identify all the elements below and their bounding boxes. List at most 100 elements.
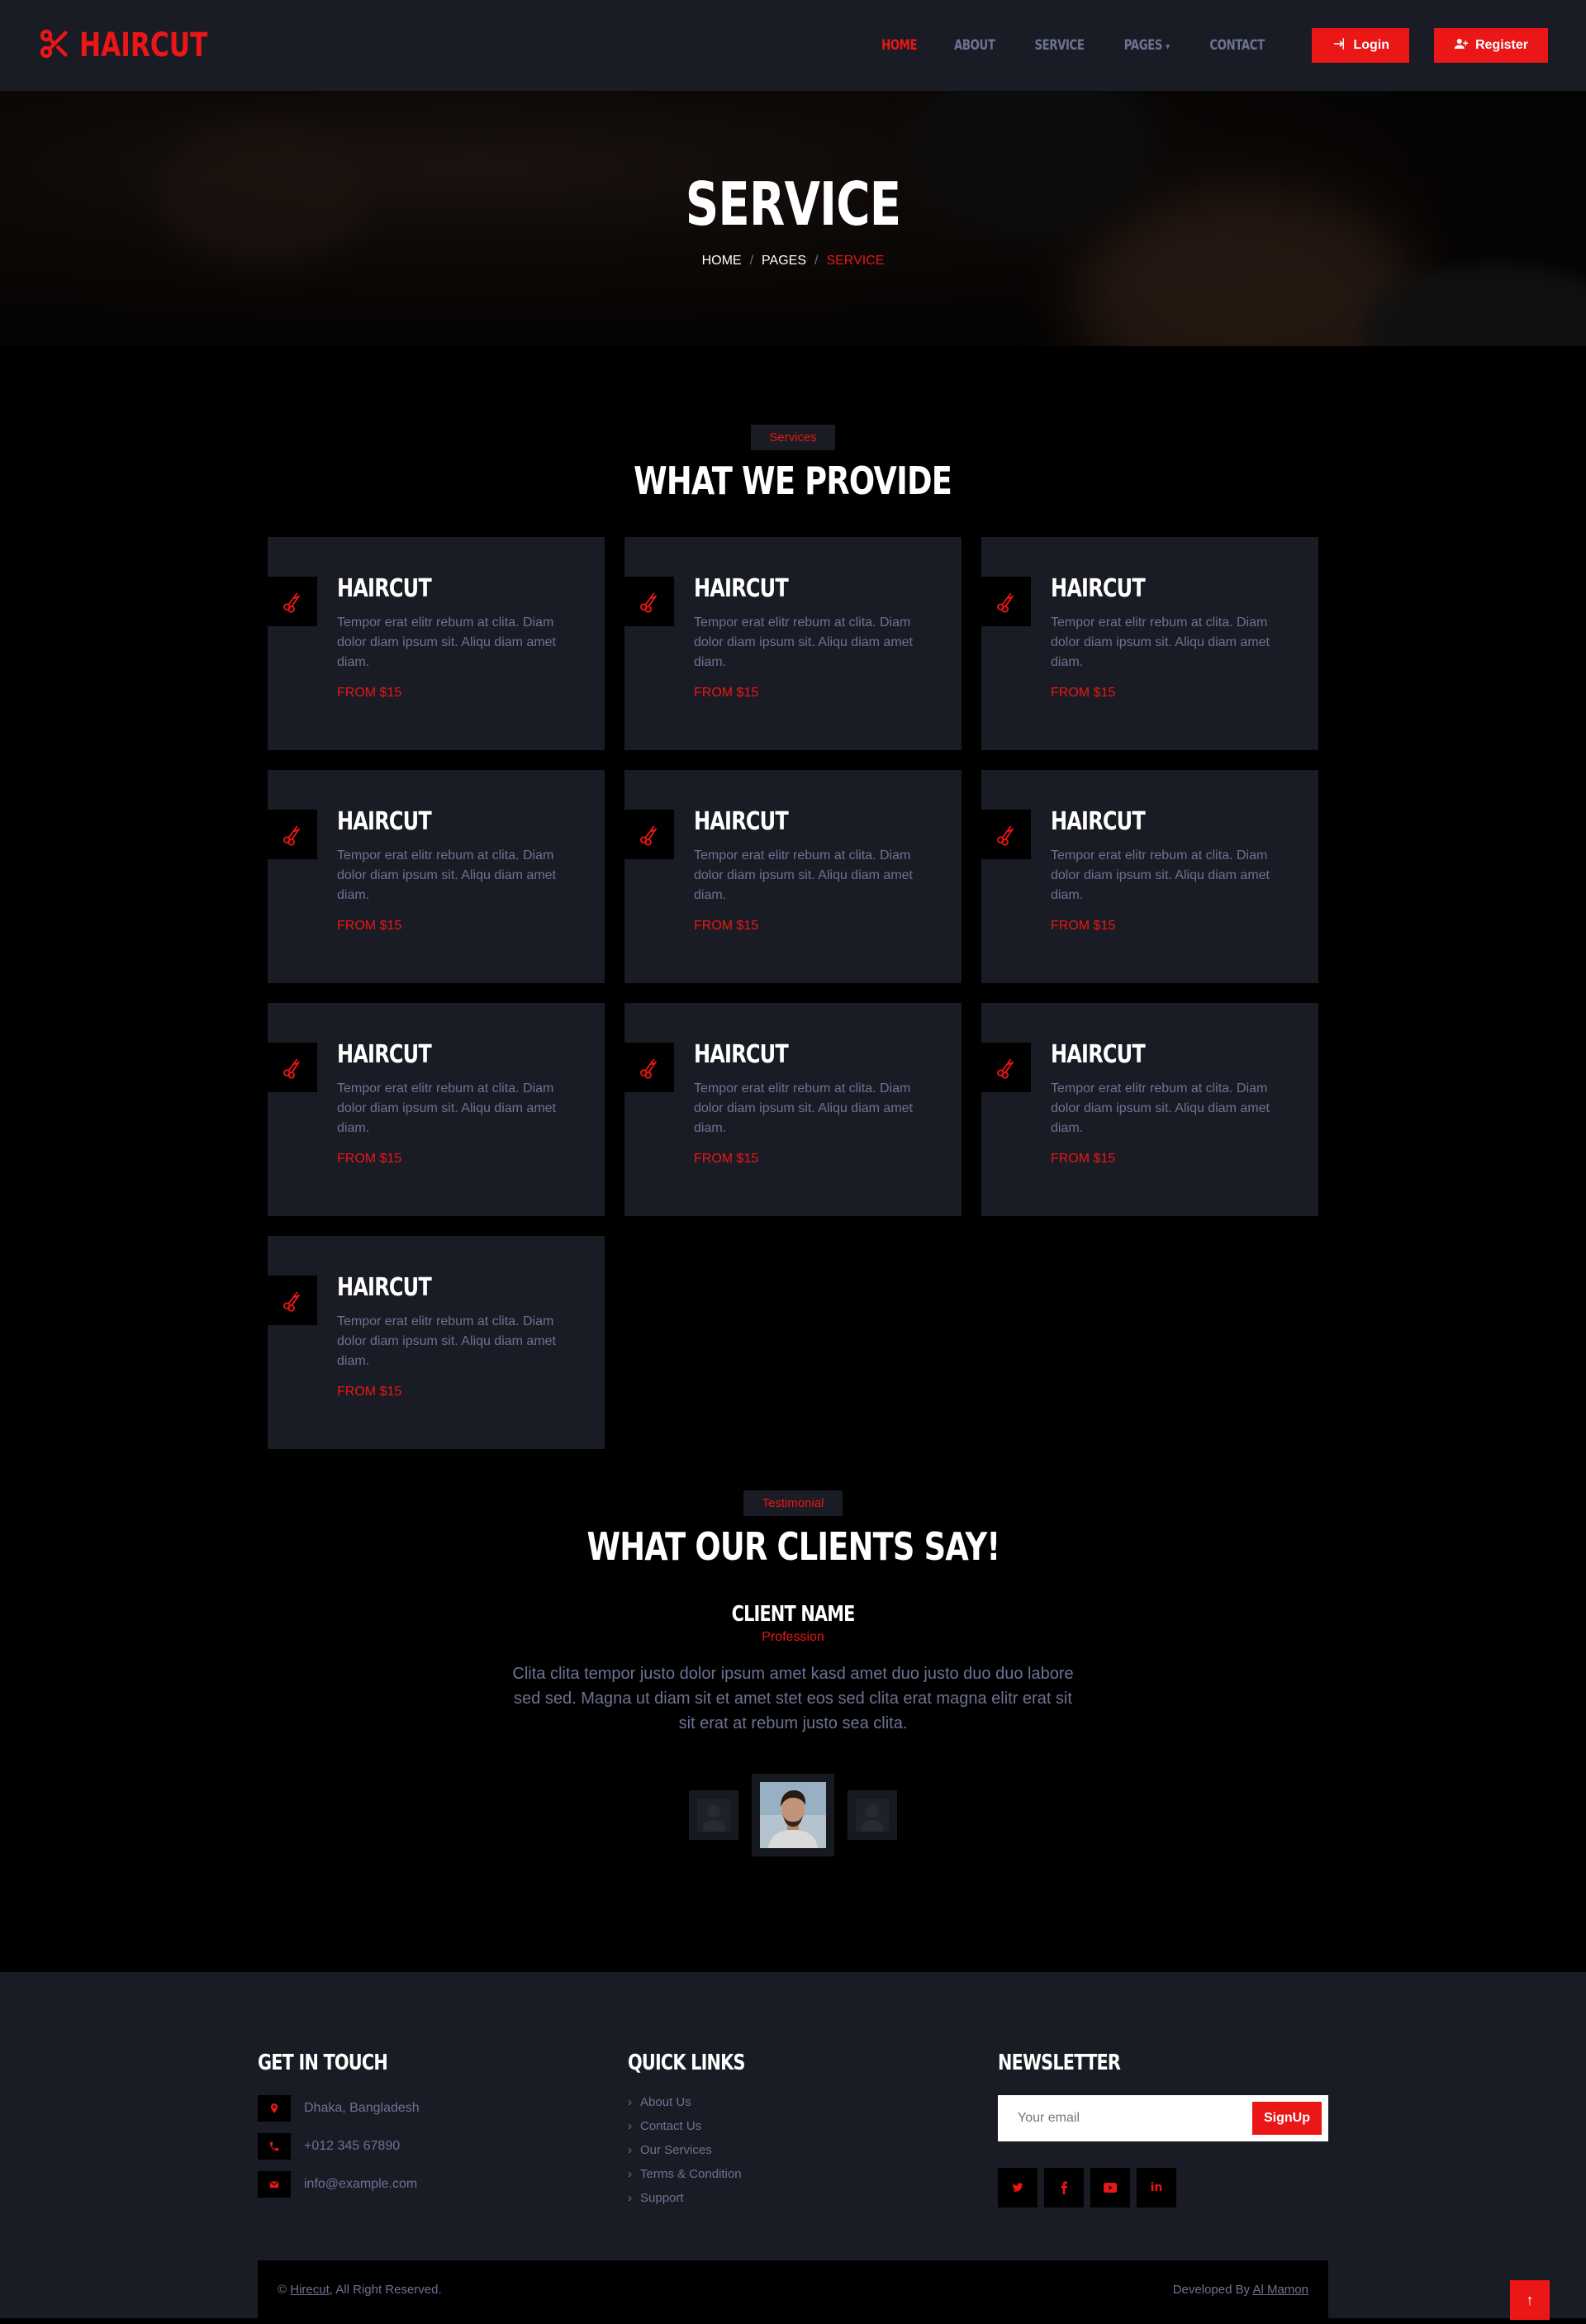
chevron-right-icon: ›: [628, 2191, 632, 2205]
service-title: HAIRCUT: [694, 574, 789, 603]
brand-logo[interactable]: HAIRCUT: [38, 26, 244, 64]
nav-pages[interactable]: PAGES ▾: [1124, 37, 1170, 54]
envelope-icon: [258, 2171, 291, 2198]
service-title: HAIRCUT: [1051, 1040, 1146, 1069]
scissors-icon: [268, 1276, 317, 1325]
testimonial-section: Testimonial WHAT OUR CLIENTS SAY! CLIENT…: [0, 1449, 1586, 1972]
service-card[interactable]: HAIRCUT Tempor erat elitr rebum at clita.…: [624, 537, 962, 750]
chevron-right-icon: ›: [628, 2167, 632, 2181]
footer-contact-title: GET IN TOUCH: [258, 2051, 388, 2075]
navbar: HAIRCUT HOME ABOUT SERVICE PAGES ▾ CONTA…: [0, 0, 1586, 91]
service-price: FROM $15: [337, 1385, 402, 1399]
footer-link-support[interactable]: › Support: [628, 2191, 998, 2205]
address-text: Dhaka, Bangladesh: [304, 2101, 420, 2115]
chevron-right-icon: ›: [628, 2143, 632, 2157]
email-text: info@example.com: [304, 2177, 418, 2191]
service-price: FROM $15: [1051, 686, 1116, 700]
service-card[interactable]: HAIRCUT Tempor erat elitr rebum at clita.…: [981, 1003, 1318, 1216]
services-section: Services WHAT WE PROVIDE HAIRCUT Tempor e…: [0, 346, 1586, 1449]
copyright-text: © Hirecut, All Right Reserved.: [278, 2282, 442, 2297]
service-title: HAIRCUT: [337, 1273, 432, 1302]
chevron-down-icon: ▾: [1166, 40, 1170, 52]
services-badge: Services: [751, 425, 835, 450]
nav-home[interactable]: HOME: [881, 37, 917, 54]
footer-newsletter: NEWSLETTER SignUp in: [998, 2051, 1328, 2215]
breadcrumb-home[interactable]: HOME: [702, 254, 742, 269]
developer-link[interactable]: Al Mamon: [1252, 2283, 1308, 2297]
client-thumb[interactable]: [848, 1790, 897, 1840]
contact-email: info@example.com: [258, 2171, 628, 2198]
client-thumb-active[interactable]: [752, 1774, 834, 1856]
phone-text: +012 345 67890: [304, 2139, 401, 2153]
service-price: FROM $15: [694, 686, 759, 700]
scissors-icon: [981, 810, 1031, 859]
social-links: in: [998, 2168, 1328, 2208]
linkedin-icon[interactable]: in: [1137, 2168, 1176, 2208]
nav-contact[interactable]: CONTACT: [1210, 37, 1265, 54]
service-card[interactable]: HAIRCUT Tempor erat elitr rebum at clita.…: [268, 1003, 605, 1216]
service-card[interactable]: HAIRCUT Tempor erat elitr rebum at clita.…: [981, 770, 1318, 983]
register-button[interactable]: Register: [1433, 28, 1548, 63]
facebook-icon[interactable]: [1044, 2168, 1084, 2208]
login-button[interactable]: Login: [1312, 28, 1409, 63]
back-to-top-button[interactable]: ↑: [1510, 2280, 1550, 2320]
nav-service[interactable]: SERVICE: [1034, 37, 1084, 54]
footer-link-contact[interactable]: › Contact Us: [628, 2119, 998, 2133]
auth-buttons: Login Register: [1312, 28, 1548, 63]
newsletter-email-input[interactable]: [1018, 2111, 1252, 2126]
breadcrumb-pages[interactable]: PAGES: [762, 254, 806, 269]
service-title: HAIRCUT: [1051, 574, 1146, 603]
client-profession: Profession: [762, 1630, 824, 1644]
service-price: FROM $15: [337, 1152, 402, 1166]
service-description: Tempor erat elitr rebum at clita. Diam d…: [1051, 615, 1270, 669]
services-grid: HAIRCUT Tempor erat elitr rebum at clita.…: [268, 537, 1318, 1449]
testimonial-thumbs: [0, 1774, 1586, 1856]
footer-link-services[interactable]: › Our Services: [628, 2143, 998, 2157]
contact-phone: +012 345 67890: [258, 2133, 628, 2160]
site-link[interactable]: Hirecut: [290, 2283, 330, 2297]
service-card[interactable]: HAIRCUT Tempor erat elitr rebum at clita.…: [624, 770, 962, 983]
service-description: Tempor erat elitr rebum at clita. Diam d…: [694, 1081, 913, 1135]
services-title: WHAT WE PROVIDE: [634, 459, 953, 503]
service-price: FROM $15: [694, 919, 759, 933]
footer: GET IN TOUCH Dhaka, Bangladesh +012 345 …: [0, 1972, 1586, 2318]
sign-in-icon: [1332, 36, 1346, 55]
client-name: CLIENT NAME: [731, 1602, 856, 1627]
service-card[interactable]: HAIRCUT Tempor erat elitr rebum at clita.…: [268, 537, 605, 750]
scissors-icon: [981, 577, 1031, 626]
nav-pages-label: PAGES: [1123, 37, 1163, 54]
scissors-icon: [268, 810, 317, 859]
service-title: HAIRCUT: [337, 574, 432, 603]
service-card[interactable]: HAIRCUT Tempor erat elitr rebum at clita.…: [268, 1236, 605, 1449]
testimonial-badge: Testimonial: [743, 1490, 843, 1516]
newsletter-form: SignUp: [998, 2095, 1328, 2141]
signup-button[interactable]: SignUp: [1252, 2102, 1322, 2135]
service-price: FROM $15: [1051, 919, 1116, 933]
service-price: FROM $15: [337, 919, 402, 933]
twitter-icon[interactable]: [998, 2168, 1038, 2208]
developer-credit: Developed By Al Mamon: [1172, 2282, 1308, 2297]
scissors-icon: [268, 1043, 317, 1092]
service-description: Tempor erat elitr rebum at clita. Diam d…: [337, 1314, 556, 1368]
footer-link-about[interactable]: › About Us: [628, 2095, 998, 2109]
breadcrumb-current: SERVICE: [826, 254, 885, 268]
contact-address: Dhaka, Bangladesh: [258, 2095, 628, 2122]
footer-newsletter-title: NEWSLETTER: [998, 2051, 1121, 2075]
nav-about[interactable]: ABOUT: [954, 37, 995, 54]
service-card[interactable]: HAIRCUT Tempor erat elitr rebum at clita.…: [268, 770, 605, 983]
scissors-icon: [624, 1043, 674, 1092]
login-label: Login: [1353, 38, 1389, 52]
scissors-icon: [624, 810, 674, 859]
youtube-icon[interactable]: [1090, 2168, 1130, 2208]
user-plus-icon: [1454, 36, 1469, 55]
service-price: FROM $15: [337, 686, 402, 700]
service-price: FROM $15: [1051, 1152, 1116, 1166]
breadcrumb: HOME / PAGES / SERVICE: [701, 254, 885, 269]
scissors-icon: [268, 577, 317, 626]
footer-link-terms[interactable]: › Terms & Condition: [628, 2167, 998, 2181]
client-thumb[interactable]: [689, 1790, 738, 1840]
service-description: Tempor erat elitr rebum at clita. Diam d…: [694, 615, 913, 669]
service-card[interactable]: HAIRCUT Tempor erat elitr rebum at clita.…: [624, 1003, 962, 1216]
service-card[interactable]: HAIRCUT Tempor erat elitr rebum at clita.…: [981, 537, 1318, 750]
footer-contact: GET IN TOUCH Dhaka, Bangladesh +012 345 …: [258, 2051, 628, 2215]
